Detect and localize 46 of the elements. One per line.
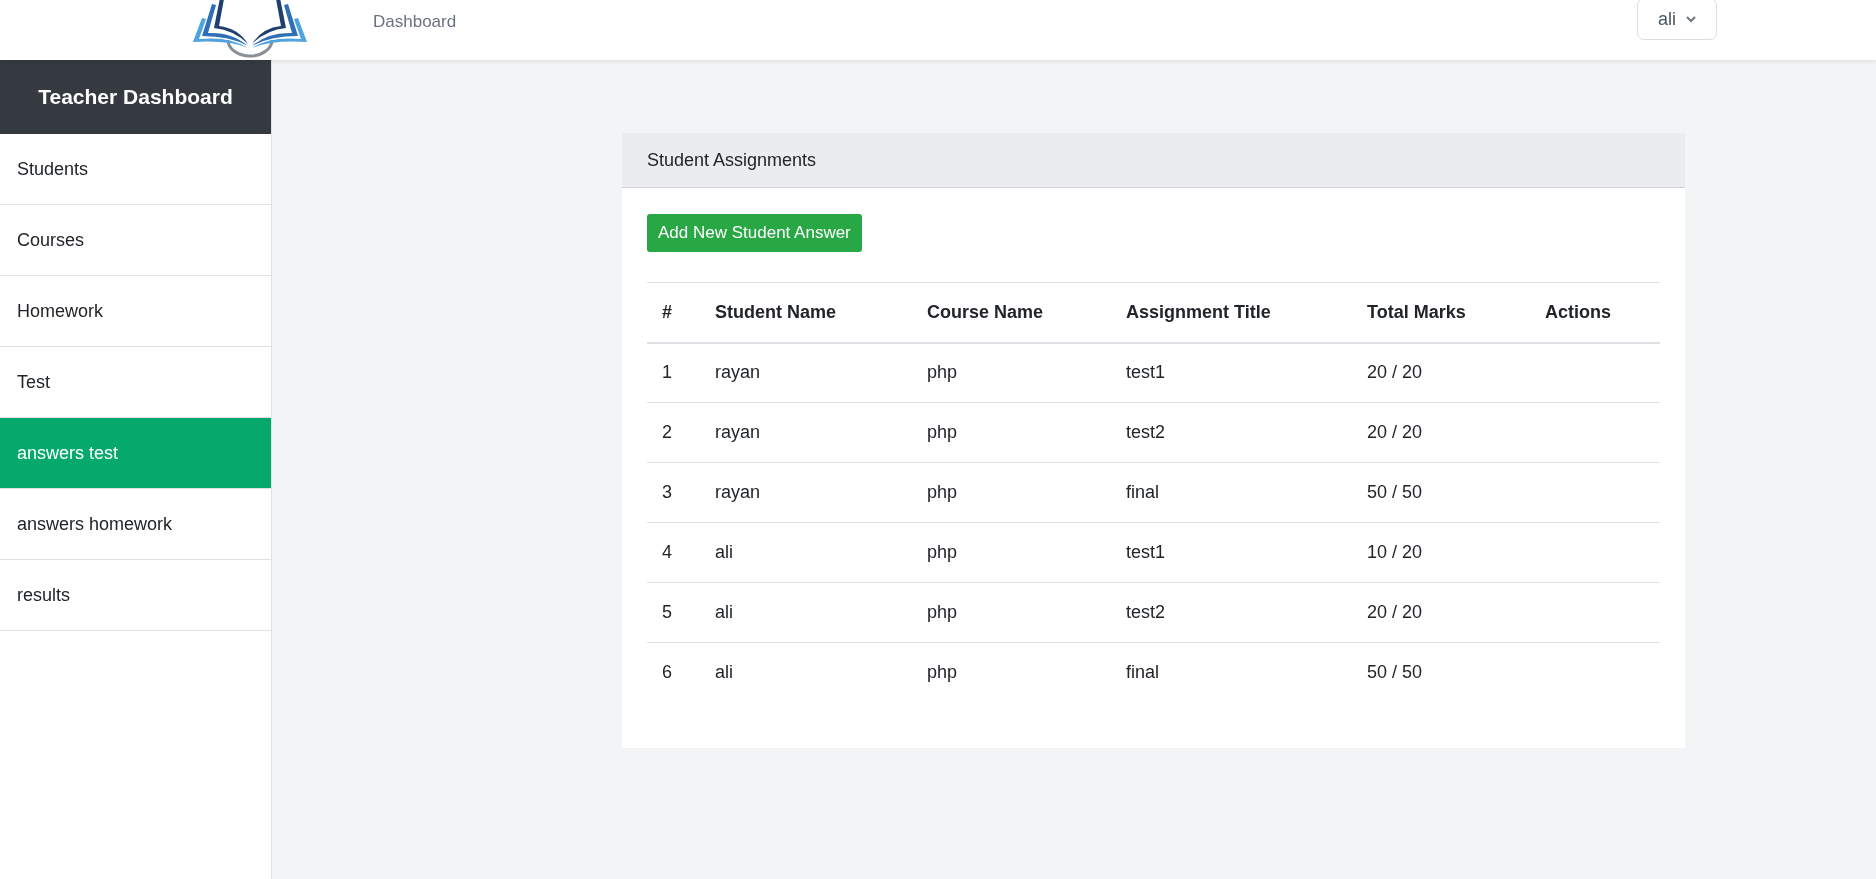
table-cell: 20 / 20	[1352, 342, 1530, 403]
sidebar-item[interactable]: Courses	[0, 205, 271, 276]
column-header: Course Name	[912, 282, 1111, 343]
column-header: Actions	[1530, 282, 1660, 343]
sidebar-item[interactable]: results	[0, 560, 271, 631]
table-cell: 2	[647, 402, 700, 463]
sidebar-title: Teacher Dashboard	[0, 60, 271, 134]
table-cell: 4	[647, 522, 700, 583]
table-cell: 50 / 50	[1352, 642, 1530, 703]
table-cell: test1	[1111, 522, 1352, 583]
table-cell: php	[912, 642, 1111, 703]
table-cell: 50 / 50	[1352, 462, 1530, 523]
sidebar-item[interactable]: answers homework	[0, 489, 271, 560]
table-cell: php	[912, 342, 1111, 403]
table-cell: test2	[1111, 402, 1352, 463]
table-cell: ali	[700, 642, 912, 703]
column-header: Assignment Title	[1111, 282, 1352, 343]
table-cell: 1	[647, 342, 700, 403]
table-cell: rayan	[700, 402, 912, 463]
table-cell: test1	[1111, 342, 1352, 403]
table-cell: final	[1111, 462, 1352, 523]
column-header: Student Name	[700, 282, 912, 343]
table-cell: ali	[700, 582, 912, 643]
sidebar-item[interactable]: Homework	[0, 276, 271, 347]
column-header: #	[647, 282, 700, 343]
table-cell: php	[912, 462, 1111, 523]
table-cell: php	[912, 402, 1111, 463]
table-cell: test2	[1111, 582, 1352, 643]
user-menu-button[interactable]: ali	[1637, 0, 1717, 40]
chevron-down-icon	[1686, 15, 1696, 23]
table-cell: 6	[647, 642, 700, 703]
table-cell: ali	[700, 522, 912, 583]
table-cell: php	[912, 522, 1111, 583]
table-cell: rayan	[700, 462, 912, 523]
table-cell: 3	[647, 462, 700, 523]
table-cell: php	[912, 582, 1111, 643]
sidebar-item[interactable]: Students	[0, 134, 271, 205]
table-cell: 20 / 20	[1352, 402, 1530, 463]
table-cell: rayan	[700, 342, 912, 403]
card-title: Student Assignments	[647, 149, 817, 171]
table-cell: 5	[647, 582, 700, 643]
column-header: Total Marks	[1352, 282, 1530, 343]
table-cell: 10 / 20	[1352, 522, 1530, 583]
dashboard-link[interactable]: Dashboard	[373, 12, 457, 32]
table-cell: 20 / 20	[1352, 582, 1530, 643]
table-cell: final	[1111, 642, 1352, 703]
